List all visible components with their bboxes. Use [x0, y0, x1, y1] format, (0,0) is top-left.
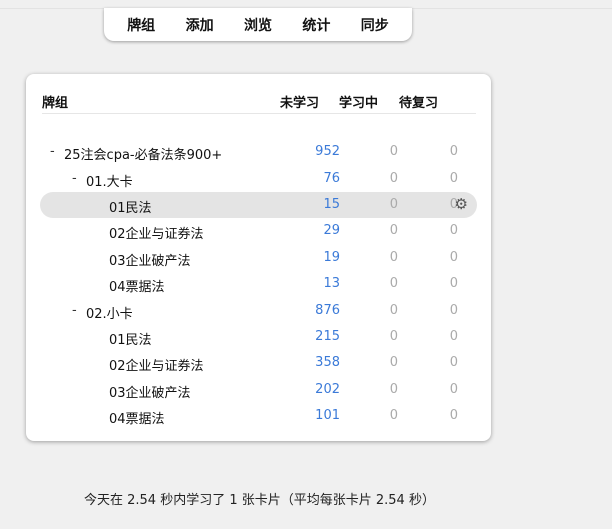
study-summary: 今天在 2.54 秒内学习了 1 张卡片（平均每张卡片 2.54 秒） — [84, 493, 435, 508]
due-count: 0 — [449, 223, 458, 238]
deck-name[interactable]: 03企业破产法 — [109, 382, 191, 401]
toolbar-add[interactable]: 添加 — [186, 15, 214, 35]
header-new: 未学习 — [280, 96, 320, 111]
new-count: 202 — [315, 382, 340, 397]
new-count: 952 — [315, 144, 340, 159]
top-toolbar: 牌组 添加 浏览 统计 同步 — [104, 8, 412, 41]
due-count: 0 — [449, 171, 458, 186]
due-count: 0 — [449, 382, 458, 397]
learning-count: 0 — [389, 197, 398, 212]
new-count: 13 — [323, 276, 340, 291]
collapse-toggle[interactable]: - — [50, 144, 55, 159]
due-count: 0 — [449, 303, 458, 318]
collapse-toggle[interactable]: - — [72, 303, 77, 318]
learning-count: 0 — [389, 223, 398, 238]
header-divider — [42, 113, 476, 114]
new-count: 76 — [323, 171, 340, 186]
deck-name[interactable]: 04票据法 — [109, 276, 165, 295]
deck-row[interactable]: 03企业破产法 202 0 0 — [40, 377, 477, 403]
toolbar-decks[interactable]: 牌组 — [127, 15, 155, 35]
new-count: 215 — [315, 329, 340, 344]
deck-name[interactable]: 25注会cpa-必备法条900+ — [64, 144, 222, 163]
header-deck: 牌组 — [42, 96, 69, 111]
header-due: 待复习 — [399, 96, 439, 111]
new-count: 101 — [315, 408, 340, 423]
deck-row[interactable]: 03企业破产法 19 0 0 — [40, 245, 477, 271]
learning-count: 0 — [389, 329, 398, 344]
deck-name[interactable]: 02企业与证券法 — [109, 223, 204, 242]
deck-row[interactable]: 04票据法 13 0 0 — [40, 271, 477, 297]
learning-count: 0 — [389, 408, 398, 423]
due-count: 0 — [449, 329, 458, 344]
due-count: 0 — [449, 144, 458, 159]
table-header: 牌组 未学习 学习中 待复习 — [26, 90, 491, 112]
learning-count: 0 — [389, 355, 398, 370]
deck-name[interactable]: 03企业破产法 — [109, 250, 191, 269]
toolbar-sync[interactable]: 同步 — [361, 15, 389, 35]
learning-count: 0 — [389, 144, 398, 159]
deck-name[interactable]: 01.大卡 — [86, 171, 133, 190]
deck-row[interactable]: 02企业与证券法 29 0 0 — [40, 218, 477, 244]
due-count: 0 — [449, 250, 458, 265]
deck-row[interactable]: 02企业与证券法 358 0 0 — [40, 350, 477, 376]
deck-row[interactable]: 01民法 215 0 0 — [40, 324, 477, 350]
deck-list-card: 牌组 未学习 学习中 待复习 - 25注会cpa-必备法条900+ 952 0 … — [26, 74, 491, 441]
new-count: 876 — [315, 303, 340, 318]
deck-name[interactable]: 01民法 — [109, 197, 152, 216]
due-count: 0 — [449, 355, 458, 370]
deck-name[interactable]: 02企业与证券法 — [109, 355, 204, 374]
learning-count: 0 — [389, 250, 398, 265]
learning-count: 0 — [389, 276, 398, 291]
deck-row[interactable]: - 02.小卡 876 0 0 — [40, 298, 477, 324]
gear-icon[interactable]: ⚙ — [455, 195, 468, 213]
deck-name[interactable]: 02.小卡 — [86, 303, 133, 322]
deck-row[interactable]: 04票据法 101 0 0 — [40, 403, 477, 429]
new-count: 358 — [315, 355, 340, 370]
collapse-toggle[interactable]: - — [72, 171, 77, 186]
learning-count: 0 — [389, 171, 398, 186]
new-count: 29 — [323, 223, 340, 238]
learning-count: 0 — [389, 303, 398, 318]
deck-row-current[interactable]: 01民法 15 0 0 ⚙ — [40, 192, 477, 218]
due-count: 0 — [449, 197, 458, 212]
toolbar-stats[interactable]: 统计 — [302, 15, 330, 35]
new-count: 19 — [323, 250, 340, 265]
deck-row[interactable]: - 25注会cpa-必备法条900+ 952 0 0 — [40, 139, 477, 165]
toolbar-browse[interactable]: 浏览 — [244, 15, 272, 35]
deck-name[interactable]: 04票据法 — [109, 408, 165, 427]
deck-row[interactable]: - 01.大卡 76 0 0 — [40, 166, 477, 192]
due-count: 0 — [449, 408, 458, 423]
new-count: 15 — [323, 197, 340, 212]
learning-count: 0 — [389, 382, 398, 397]
header-learning: 学习中 — [339, 96, 379, 111]
deck-name[interactable]: 01民法 — [109, 329, 152, 348]
due-count: 0 — [449, 276, 458, 291]
